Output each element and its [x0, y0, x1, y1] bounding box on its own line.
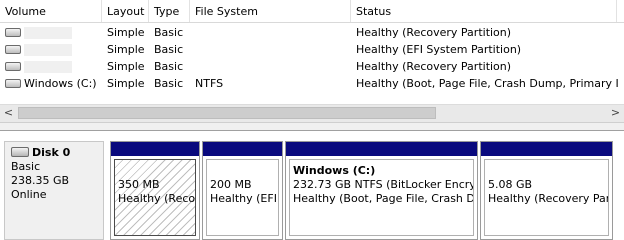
volume-icon — [5, 78, 21, 88]
partition-size: 5.08 GB — [488, 178, 533, 191]
volume-icon — [5, 61, 21, 71]
volume-cell — [0, 58, 102, 75]
file-system-cell: NTFS — [195, 77, 224, 90]
partition-status: Healthy (EFI — [210, 192, 277, 205]
partition-body: 200 MB Healthy (EFI — [206, 159, 279, 236]
type-cell: Basic — [154, 43, 184, 56]
type-cell: Basic — [154, 26, 184, 39]
partition-bar — [286, 142, 477, 156]
file-system-cell — [190, 24, 351, 41]
status-cell: Healthy (Recovery Partition) — [356, 60, 512, 73]
volume-cell: Windows (C:) — [0, 75, 102, 92]
partition-status: Healthy (Recovery Par — [488, 192, 609, 205]
volume-cell — [0, 41, 102, 58]
volume-icon — [5, 44, 21, 54]
partition-status: Healthy (Reco — [118, 192, 196, 205]
partition-name — [488, 164, 608, 178]
table-row[interactable]: Windows (C:) Simple Basic NTFS Healthy (… — [0, 75, 624, 92]
column-header-type[interactable]: Type — [149, 0, 190, 22]
disk-state: Online — [11, 188, 47, 201]
layout-cell: Simple — [107, 77, 145, 90]
file-system-cell — [190, 58, 351, 75]
partition-bar — [111, 142, 199, 156]
partition-size: 350 MB — [118, 178, 160, 191]
scroll-right-icon[interactable]: > — [607, 105, 624, 122]
scrollbar-thumb[interactable] — [18, 107, 436, 119]
disk-info[interactable]: Disk 0 Basic 238.35 GB Online — [4, 141, 104, 240]
column-header-file-system[interactable]: File System — [190, 0, 351, 22]
volume-name — [24, 27, 72, 39]
partition-name: Windows (C:) — [293, 164, 376, 177]
partition-recovery-2[interactable]: 5.08 GB Healthy (Recovery Par — [480, 141, 613, 240]
partition-body: Windows (C:) 232.73 GB NTFS (BitLocker E… — [289, 159, 474, 236]
horizontal-scrollbar[interactable]: < > — [0, 104, 624, 122]
partition-body: 350 MB Healthy (Reco — [114, 159, 196, 236]
partition-windows[interactable]: Windows (C:) 232.73 GB NTFS (BitLocker E… — [285, 141, 478, 240]
partition-status: Healthy (Boot, Page File, Crash D — [293, 192, 474, 205]
pane-splitter[interactable] — [0, 122, 624, 131]
layout-cell: Simple — [107, 60, 145, 73]
partition-name — [118, 164, 195, 178]
status-cell: Healthy (Boot, Page File, Crash Dump, Pr… — [356, 77, 619, 90]
partition-bar — [481, 142, 612, 156]
partition-body: 5.08 GB Healthy (Recovery Par — [484, 159, 609, 236]
partition-size: 200 MB — [210, 178, 252, 191]
partition-size: 232.73 GB NTFS (BitLocker Encry| — [293, 178, 474, 191]
partition-efi[interactable]: 200 MB Healthy (EFI — [202, 141, 283, 240]
partition-recovery-1[interactable]: 350 MB Healthy (Reco — [110, 141, 200, 240]
volume-cell — [0, 24, 102, 41]
column-header-volume[interactable]: Volume — [0, 0, 102, 22]
volume-list: Volume Layout Type File System Status Si… — [0, 0, 624, 125]
disk-type: Basic — [11, 160, 41, 173]
disk-map: Disk 0 Basic 238.35 GB Online 350 MB Hea… — [0, 131, 624, 240]
type-cell: Basic — [154, 77, 184, 90]
column-header-row: Volume Layout Type File System Status — [0, 0, 624, 23]
partition-bar — [203, 142, 282, 156]
scroll-left-icon[interactable]: < — [0, 105, 17, 122]
status-cell: Healthy (EFI System Partition) — [356, 43, 522, 56]
file-system-cell — [190, 41, 351, 58]
volume-name: Windows (C:) — [24, 77, 97, 90]
disk-size: 238.35 GB — [11, 174, 70, 187]
status-cell: Healthy (Recovery Partition) — [356, 26, 512, 39]
layout-cell: Simple — [107, 26, 145, 39]
column-header-status[interactable]: Status — [351, 0, 617, 22]
volume-icon — [5, 27, 21, 37]
layout-cell: Simple — [107, 43, 145, 56]
partition-name — [210, 164, 278, 178]
volume-name — [24, 61, 72, 73]
column-header-layout[interactable]: Layout — [102, 0, 149, 22]
table-row[interactable]: Simple Basic Healthy (EFI System Partiti… — [0, 41, 624, 58]
table-row[interactable]: Simple Basic Healthy (Recovery Partition… — [0, 58, 624, 75]
type-cell: Basic — [154, 60, 184, 73]
disk-icon — [11, 147, 29, 157]
table-row[interactable]: Simple Basic Healthy (Recovery Partition… — [0, 24, 624, 41]
volume-name — [24, 44, 72, 56]
disk-name: Disk 0 — [32, 146, 71, 159]
